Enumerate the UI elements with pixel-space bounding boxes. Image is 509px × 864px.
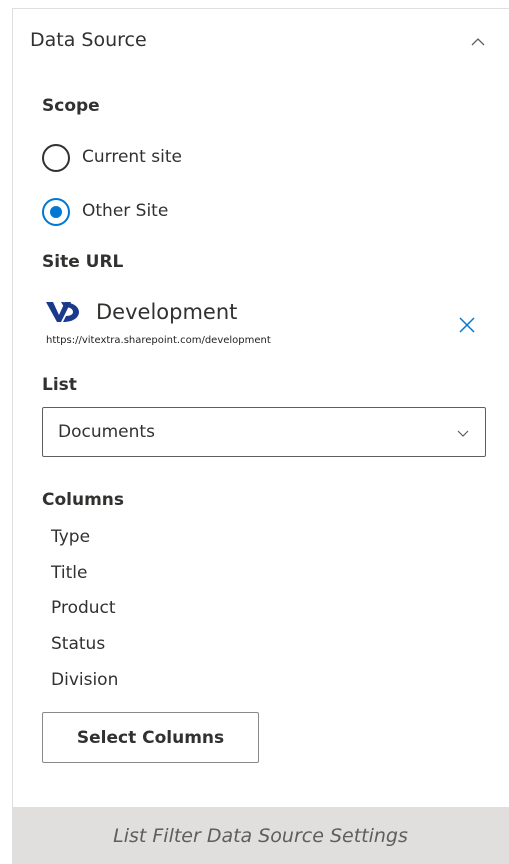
radio-other-site-label: Other Site bbox=[82, 201, 169, 221]
radio-other-site[interactable]: Other Site bbox=[42, 198, 192, 228]
chevron-down-icon bbox=[457, 430, 469, 437]
panel-header[interactable]: Data Source bbox=[30, 29, 490, 59]
chevron-up-icon[interactable] bbox=[470, 34, 486, 50]
column-item-title: Title bbox=[51, 563, 88, 583]
panel-title: Data Source bbox=[30, 29, 147, 51]
caption-bar: List Filter Data Source Settings bbox=[12, 807, 509, 864]
radio-current-site-label: Current site bbox=[82, 147, 182, 167]
radio-current-site[interactable]: Current site bbox=[42, 144, 212, 174]
site-url-label: Site URL bbox=[42, 252, 124, 272]
select-columns-button[interactable]: Select Columns bbox=[42, 712, 259, 763]
close-icon[interactable] bbox=[458, 316, 476, 334]
column-item-division: Division bbox=[51, 670, 119, 690]
list-dropdown[interactable]: Documents bbox=[42, 407, 486, 457]
list-label: List bbox=[42, 375, 77, 395]
caption-text: List Filter Data Source Settings bbox=[113, 825, 408, 847]
list-dropdown-value: Documents bbox=[58, 422, 155, 442]
site-url-text: https://vitextra.sharepoint.com/developm… bbox=[46, 335, 271, 346]
column-item-type: Type bbox=[51, 527, 91, 547]
vitextra-logo-icon bbox=[46, 302, 79, 322]
site-name: Development bbox=[96, 300, 238, 324]
scope-label: Scope bbox=[42, 96, 100, 116]
radio-current-site-circle[interactable] bbox=[42, 144, 70, 172]
column-item-status: Status bbox=[51, 634, 106, 654]
radio-other-site-circle[interactable] bbox=[42, 198, 70, 226]
column-item-product: Product bbox=[51, 598, 116, 618]
columns-label: Columns bbox=[42, 490, 125, 510]
